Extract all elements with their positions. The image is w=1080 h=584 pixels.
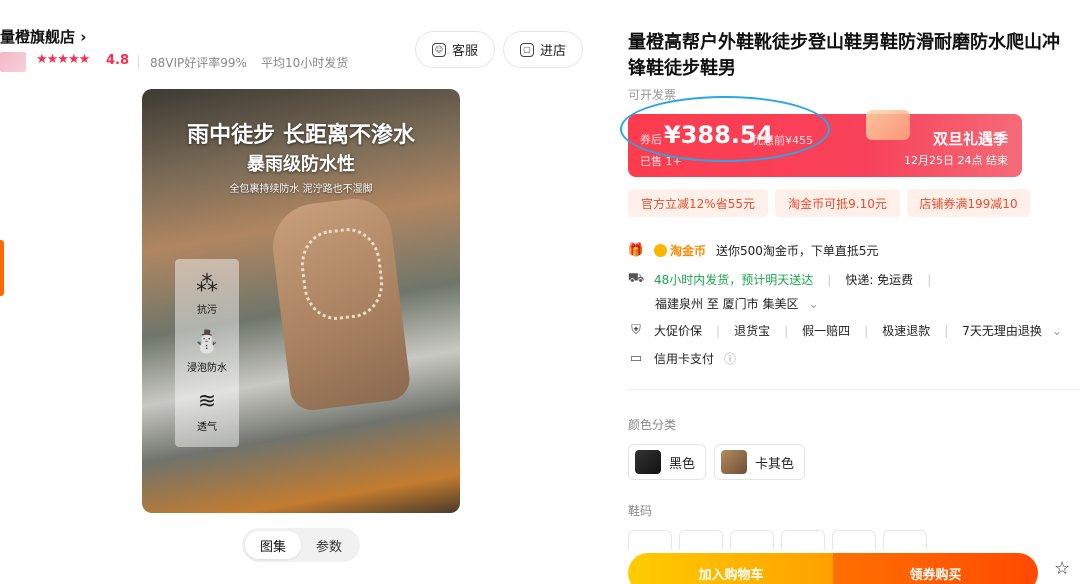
size-option[interactable]: [730, 530, 774, 550]
enter-store-label: 进店: [539, 44, 566, 59]
feature-waterproof: ⛄ 浸泡防水: [187, 330, 227, 375]
divider: |: [864, 323, 869, 338]
black-shoe-thumbnail: [635, 450, 661, 474]
feature-label: 浸泡防水: [187, 363, 227, 375]
guarantee-item: 退货宝: [734, 324, 771, 338]
chat-icon: ☺: [431, 42, 446, 57]
tab-params[interactable]: 参数: [301, 531, 357, 559]
gallery-tab-switch: 图集 参数: [242, 528, 360, 562]
enter-store-button[interactable]: ▢ 进店: [503, 31, 583, 68]
coupon-store[interactable]: 店铺券满199减10: [907, 189, 1030, 217]
coin-row: 🎁 淘金币 送你500淘金币，下单直抵5元: [628, 242, 879, 259]
color-option-label: 卡其色: [754, 456, 794, 472]
breathable-icon: ≋: [197, 389, 217, 415]
coin-badge-label: 淘金币: [670, 244, 707, 258]
guarantee-item: 7天无理由退换: [962, 324, 1042, 338]
color-option-label: 黑色: [668, 456, 695, 472]
route-text: 福建泉州 至 厦门市 集美区: [655, 297, 799, 311]
gift-box-icon: [866, 110, 910, 140]
divider: |: [944, 323, 949, 338]
add-to-cart-button[interactable]: 加入购物车: [628, 553, 834, 584]
divider: |: [927, 272, 932, 287]
coin-text: 送你500淘金币，下单直抵5元: [716, 244, 879, 258]
guarantee-item: 极速退款: [882, 324, 931, 338]
average-ship-time: 平均10小时发货: [261, 56, 349, 70]
store-name[interactable]: 量橙旗舰店 ›: [0, 26, 86, 47]
guarantee-row[interactable]: ⛨ 大促价保 | 退货宝 | 假一赔四 | 极速退款 | 7天无理由退换 ⌄: [628, 322, 1062, 339]
stain-resistant-icon: ⁂: [196, 271, 218, 297]
customer-service-label: 客服: [451, 44, 478, 59]
color-option-khaki[interactable]: 卡其色: [714, 444, 805, 480]
shipping-route[interactable]: 福建泉州 至 厦门市 集美区 ⌄: [655, 295, 819, 312]
credit-card-label: 信用卡支付: [654, 352, 715, 366]
product-main-image[interactable]: 雨中徒步 长距离不渗水 暴雨级防水性 全包裹持续防水 泥泞路也不湿脚 ⁂ 抗污 …: [142, 89, 460, 513]
shield-icon: ⛨: [631, 323, 641, 338]
product-title: 量橙高帮户外鞋靴徒步登山鞋男鞋防滑耐磨防水爬山冲锋鞋徒步鞋男: [628, 32, 1060, 79]
feature-stain-resistant: ⁂ 抗污: [196, 271, 218, 316]
store-icon: ▢: [519, 42, 534, 57]
image-caption: 全包裹持续防水 泥泞路也不湿脚: [229, 184, 373, 195]
divider: |: [827, 272, 832, 287]
coupon-official-discount[interactable]: 官方立减12%省55元: [628, 189, 768, 217]
chevron-right-icon: ›: [80, 28, 87, 46]
size-option[interactable]: [781, 530, 825, 550]
chevron-down-icon: ⌄: [1051, 323, 1062, 338]
credit-card-icon: ▭: [629, 351, 643, 366]
freight-info: 快递: 免运费: [845, 273, 914, 287]
divider: |: [716, 323, 721, 338]
side-floating-tab[interactable]: [0, 240, 4, 296]
feature-breathable: ≋ 透气: [197, 389, 217, 434]
size-option[interactable]: [832, 530, 876, 550]
size-option[interactable]: [883, 530, 927, 550]
color-option-black[interactable]: 黑色: [628, 444, 706, 480]
buy-now-button[interactable]: 领券购买: [833, 553, 1038, 584]
store-avatar[interactable]: [0, 52, 26, 72]
shipping-row: ⛟ 48小时内发货，预计明天送达 | 快递: 免运费 |: [628, 271, 935, 288]
divider: |: [784, 323, 789, 338]
favorite-star-icon[interactable]: ☆: [1054, 558, 1070, 579]
image-headline: 雨中徒步 长距离不渗水: [187, 123, 415, 148]
chevron-down-icon: ⌄: [808, 296, 819, 311]
image-subheadline: 暴雨级防水性: [247, 154, 355, 175]
truck-icon: ⛟: [627, 271, 645, 286]
size-option[interactable]: [628, 530, 672, 550]
rating-stars: ★★★★★: [36, 52, 90, 67]
feature-label: 抗污: [197, 304, 217, 316]
coupon-taobao-coin[interactable]: 淘金币可抵9.10元: [775, 189, 900, 217]
color-section-label: 颜色分类: [628, 418, 677, 432]
feature-label: 透气: [197, 422, 217, 434]
promo-end-time: 12月25日 24点 结束: [904, 154, 1008, 167]
credit-row: ▭ 信用卡支付 ⓘ: [628, 350, 736, 367]
taobao-coin-badge: 淘金币: [654, 242, 706, 259]
shipping-promise: 48小时内发货，预计明天送达: [654, 273, 814, 287]
promo-title: 双旦礼遇季: [932, 130, 1008, 148]
vip-good-rate: 88VIP好评率99%: [150, 56, 247, 70]
waterproof-boot-icon: ⛄: [193, 330, 221, 356]
divider: [138, 55, 139, 69]
price-highlight-circle: [620, 96, 830, 162]
size-option[interactable]: [679, 530, 723, 550]
store-name-label: 量橙旗舰店: [0, 28, 76, 46]
guarantee-item: 假一赔四: [802, 324, 851, 338]
coin-icon: [654, 244, 667, 257]
section-divider: [628, 389, 1080, 390]
feature-panel: ⁂ 抗污 ⛄ 浸泡防水 ≋ 透气: [175, 259, 239, 447]
size-section-label: 鞋码: [628, 504, 653, 518]
info-icon[interactable]: ⓘ: [724, 350, 736, 367]
gift-icon: 🎁: [627, 243, 645, 258]
tab-gallery[interactable]: 图集: [245, 531, 301, 559]
guarantee-item: 大促价保: [654, 324, 703, 338]
customer-service-button[interactable]: ☺ 客服: [415, 31, 495, 68]
khaki-shoe-thumbnail: [721, 450, 747, 474]
store-rating: 4.8: [106, 53, 130, 68]
